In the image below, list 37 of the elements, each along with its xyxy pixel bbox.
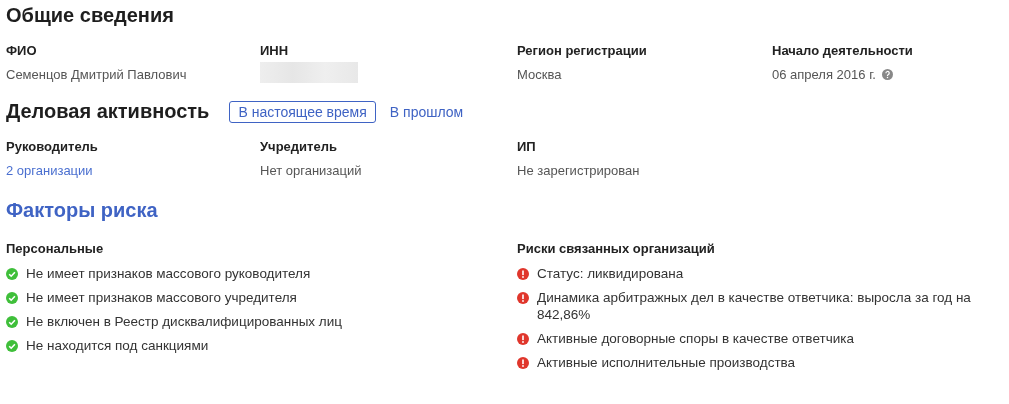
field-label: Учредитель bbox=[260, 139, 337, 154]
risk-text: Активные исполнительные производства bbox=[537, 354, 796, 371]
field-label: ФИО bbox=[6, 43, 37, 58]
organizations-link[interactable]: 2 организации bbox=[6, 163, 93, 178]
exclamation-circle-icon bbox=[517, 357, 529, 369]
exclamation-circle-icon bbox=[517, 268, 529, 280]
section-title: Деловая активность bbox=[6, 100, 210, 123]
exclamation-circle-icon bbox=[517, 333, 529, 345]
field-label: Регион регистрации bbox=[517, 43, 647, 58]
field-value: Не зарегистрирован bbox=[517, 163, 640, 178]
help-icon[interactable] bbox=[881, 69, 893, 80]
group-title: Персональные bbox=[6, 241, 104, 256]
field-label: ИНН bbox=[260, 43, 289, 58]
risk-text: Активные договорные споры в качестве ответчика bbox=[537, 330, 854, 347]
check-circle-icon bbox=[6, 340, 18, 352]
field-label: ИП bbox=[517, 139, 536, 154]
field-label: Начало деятельности bbox=[772, 43, 913, 58]
risk-text: Не находится под санкциями bbox=[26, 337, 209, 354]
risk-text: Динамика арбитражных дел в качестве ответчика: выросла за год на 842,86% bbox=[537, 289, 972, 323]
check-circle-icon bbox=[6, 292, 18, 304]
section-title: Общие сведения bbox=[6, 4, 174, 27]
section-title: Факторы риска bbox=[6, 199, 158, 222]
risk-text: Не имеет признаков массового учредителя bbox=[26, 289, 297, 306]
period-tab[interactable]: В прошлом bbox=[380, 100, 473, 123]
risk-text: Статус: ликвидирована bbox=[537, 265, 684, 282]
check-circle-icon bbox=[6, 316, 18, 328]
field-value: Нет организаций bbox=[260, 163, 362, 178]
field-value: 06 апреля 2016 г. bbox=[772, 67, 876, 82]
risk-text: Не имеет признаков массового руководителя bbox=[26, 265, 311, 282]
check-circle-icon bbox=[6, 268, 18, 280]
risk-text: Не включен в Реестр дисквалифицированных лиц bbox=[26, 313, 342, 330]
exclamation-circle-icon bbox=[517, 292, 529, 304]
group-title: Риски связанных организаций bbox=[517, 241, 715, 256]
field-label: Руководитель bbox=[6, 139, 98, 154]
period-tab[interactable]: В настоящее время bbox=[229, 100, 376, 123]
field-value: Семенцов Дмитрий Павлович bbox=[6, 67, 187, 82]
field-value: Москва bbox=[517, 67, 562, 82]
